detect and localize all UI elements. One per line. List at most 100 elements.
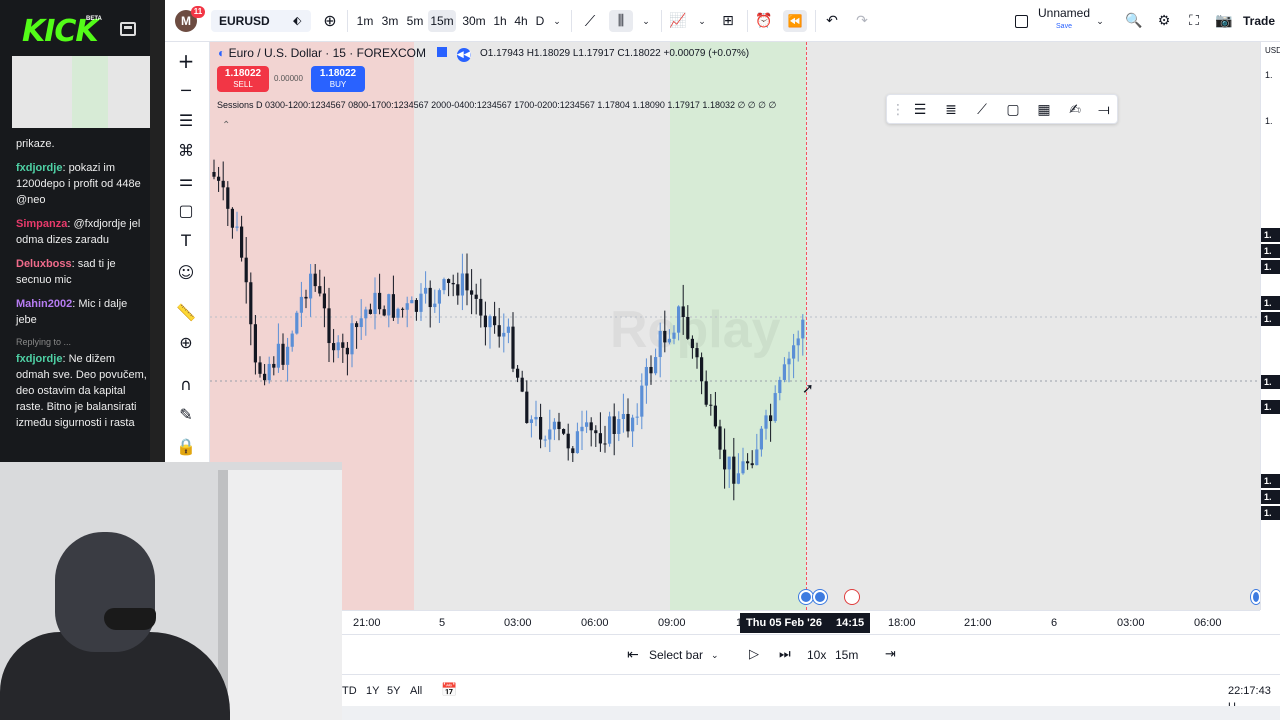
chat-username[interactable]: Mahin2002: [16, 298, 72, 310]
select-bar-button[interactable]: Select bar: [649, 645, 703, 665]
chat-username[interactable]: fxdjordje: [16, 162, 62, 174]
jump-to-realtime-icon[interactable]: ⇥: [885, 645, 896, 665]
layout-name[interactable]: Unnamed: [1037, 6, 1091, 20]
layout-grid-icon[interactable]: ⊞: [717, 10, 739, 32]
horizontal-line-icon[interactable]: ⟞: [1093, 99, 1115, 121]
chevron-down-icon[interactable]: ⌄: [711, 645, 719, 665]
chat-username[interactable]: Deluxboss: [16, 258, 72, 270]
chat-username[interactable]: Simpanza: [16, 218, 67, 230]
chart-canvas[interactable]: Replay ➚ ◐ Euro / U.S. Dollar · 15 · FOR…: [210, 42, 1260, 610]
candle-body: [249, 282, 253, 325]
candle-body: [226, 187, 230, 209]
emoji-icon[interactable]: ☺: [175, 262, 197, 284]
brush-icon[interactable]: ✍: [1064, 99, 1086, 121]
text-icon[interactable]: T: [175, 230, 197, 252]
economic-event-icon[interactable]: [799, 590, 813, 604]
candle-body: [649, 366, 653, 374]
gear-icon[interactable]: ⚙: [1153, 10, 1175, 32]
rectangle-icon[interactable]: ▢: [1002, 99, 1024, 121]
replay-speed[interactable]: 10x: [807, 645, 826, 665]
symbol-description: Euro / U.S. Dollar · 15 · FOREXCOM: [228, 46, 426, 60]
compare-icon[interactable]: ⬖: [293, 10, 301, 32]
magnet-icon[interactable]: ∩: [175, 374, 197, 396]
undo-icon[interactable]: ↶: [821, 10, 843, 32]
candle-body: [212, 172, 216, 177]
interval-1h[interactable]: 1h: [489, 10, 511, 32]
chevron-down-icon[interactable]: ⌄: [1093, 10, 1107, 32]
buy-label: BUY: [329, 80, 347, 89]
legend-title[interactable]: ◐ Euro / U.S. Dollar · 15 · FOREXCOM ◀◀: [218, 45, 471, 62]
pattern-icon[interactable]: ⌘: [175, 140, 197, 162]
lock-icon[interactable]: 🔒: [175, 436, 197, 458]
line-chart-icon[interactable]: ⟋: [579, 10, 601, 32]
candles-icon[interactable]: ⫼: [609, 10, 633, 32]
ruler-icon[interactable]: 📏: [175, 302, 197, 324]
trendline-icon[interactable]: ─: [175, 80, 197, 102]
candle-body: [626, 413, 630, 432]
candle-body: [405, 303, 409, 310]
redo-icon[interactable]: ↷: [851, 10, 873, 32]
replay-cursor-line[interactable]: [806, 42, 807, 610]
stream-thumbnail[interactable]: [12, 56, 150, 128]
calendar-icon[interactable]: 📅: [441, 683, 457, 699]
save-status[interactable]: Save: [1053, 22, 1075, 32]
candle-body: [382, 309, 386, 316]
currency-label[interactable]: USD: [1265, 46, 1280, 56]
add-symbol-icon[interactable]: ⊕: [319, 10, 341, 32]
layout-checkbox[interactable]: [1013, 10, 1029, 32]
interval-5m[interactable]: 5m: [403, 10, 427, 32]
floating-drawing-toolbar: ⋮ ☰ ≣ ⟋ ▢ ▦ ✍ ⟞: [886, 94, 1118, 124]
range-1y[interactable]: 1Y: [366, 683, 379, 699]
symbol-search[interactable]: EURUSD ⬖: [211, 10, 311, 32]
projection-icon[interactable]: ⚌: [175, 170, 197, 192]
replay-icon[interactable]: ⏪: [783, 10, 807, 32]
chevron-down-icon[interactable]: ⌄: [550, 10, 564, 32]
price-scale[interactable]: 1. 1. 1. 1. 1. 1. 1. 1. 1. 1. 1. 1.: [1260, 42, 1280, 610]
buy-button[interactable]: 1.18022 BUY: [311, 66, 365, 92]
step-forward-icon[interactable]: ⏭: [779, 645, 791, 665]
interval-d[interactable]: D: [531, 10, 549, 32]
crosshair-icon[interactable]: +: [175, 50, 197, 72]
interval-3m[interactable]: 3m: [378, 10, 402, 32]
chevron-down-icon[interactable]: ⌄: [639, 10, 653, 32]
range-all[interactable]: All: [410, 683, 422, 699]
drag-handle-icon[interactable]: ⋮: [891, 99, 905, 121]
sessions-indicator-legend[interactable]: Sessions D 0300-1200:1234567 0800-1700:1…: [217, 98, 776, 112]
grid-icon[interactable]: ▦: [1033, 99, 1055, 121]
alert-icon[interactable]: ⏰: [753, 10, 775, 32]
range-ytd[interactable]: TD: [342, 683, 357, 699]
lock-drawings-icon[interactable]: ✎: [175, 404, 197, 426]
economic-event-icon[interactable]: [813, 590, 827, 604]
replay-mode-icon[interactable]: ◀◀: [456, 48, 471, 62]
fib-icon[interactable]: ☰: [175, 110, 197, 132]
interval-4h[interactable]: 4h: [510, 10, 532, 32]
regression-icon[interactable]: ≣: [940, 99, 962, 121]
trade-button[interactable]: Trade: [1239, 10, 1279, 32]
current-price-label: 1.: [1261, 375, 1280, 389]
zoom-icon[interactable]: ⊕: [175, 332, 197, 354]
select-bar-icon[interactable]: ⇤: [627, 645, 639, 665]
popout-icon[interactable]: [120, 22, 136, 36]
camera-icon[interactable]: 📷: [1213, 10, 1235, 32]
sell-button[interactable]: 1.18022 SELL: [217, 66, 269, 92]
us-flag-event-icon[interactable]: [845, 590, 859, 604]
search-icon[interactable]: 🔍: [1123, 10, 1145, 32]
interval-15m[interactable]: 15m: [428, 10, 456, 32]
trendline-icon[interactable]: ⟋: [971, 99, 993, 121]
range-5y[interactable]: 5Y: [387, 683, 400, 699]
collapse-legend-icon[interactable]: ⌃: [222, 120, 230, 132]
candle-body: [543, 439, 547, 441]
candle-body: [336, 342, 340, 351]
chat-username[interactable]: fxdjordje: [16, 353, 62, 365]
interval-30m[interactable]: 30m: [460, 10, 488, 32]
fullscreen-icon[interactable]: ⛶: [1183, 10, 1205, 32]
time-cursor-label: Thu 05 Feb '26 14:15: [740, 613, 870, 633]
shapes-icon[interactable]: ▢: [175, 200, 197, 222]
play-icon[interactable]: ▷: [749, 645, 759, 665]
chevron-down-icon[interactable]: ⌄: [695, 10, 709, 32]
indicators-icon[interactable]: 📈: [667, 10, 689, 32]
parallel-channel-icon[interactable]: ☰: [909, 99, 931, 121]
replay-interval[interactable]: 15m: [835, 645, 858, 665]
interval-1m[interactable]: 1m: [353, 10, 377, 32]
time-axis[interactable]: 21:00 5 03:00 06:00 09:00 1 18:00 21:00 …: [210, 610, 1260, 634]
